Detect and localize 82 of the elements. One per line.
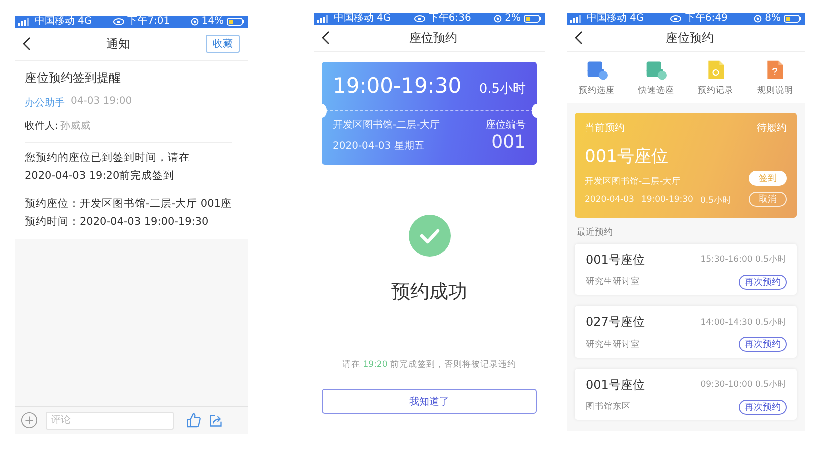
rotation-lock-icon bbox=[670, 15, 682, 23]
duration-text: 0.5小时 bbox=[755, 255, 787, 266]
time-range: 15:30-16:00 bbox=[700, 255, 753, 266]
rebook-button[interactable]: 再次预约 bbox=[739, 400, 787, 415]
success-check-icon bbox=[408, 215, 450, 257]
comment-field[interactable]: 评论 bbox=[46, 412, 174, 430]
favorite-button[interactable]: 收藏 bbox=[206, 35, 240, 53]
carrier-text: 中国移动 bbox=[587, 14, 627, 24]
action-label[interactable]: 预约记录 bbox=[698, 85, 734, 97]
notice-text: 您预约的座位已到签到时间，请在2020-04-03 19:20前完成签到 bbox=[25, 151, 191, 184]
seat-clock-icon[interactable] bbox=[586, 59, 608, 81]
hint-text: 请在 19:20 前完成签到，否则将被记录违约 bbox=[342, 359, 516, 371]
rotation-lock-icon bbox=[414, 15, 426, 23]
battery-icon bbox=[784, 15, 802, 23]
notice-text: 预约座位：开发区图书馆-二层-大厅 001座 bbox=[25, 197, 233, 212]
date-text: 2020-04-03 星期五 bbox=[333, 140, 426, 153]
seat-title: 001号座位 bbox=[585, 146, 670, 168]
rebook-button[interactable]: 再次预约 bbox=[739, 337, 787, 352]
section-title: 最近预约 bbox=[577, 226, 614, 239]
duration-text: 0.5小时 bbox=[755, 380, 787, 390]
duration-text: 0.5小时 bbox=[700, 194, 732, 207]
place-text: 研究生研讨室 bbox=[586, 276, 640, 288]
alarm-icon bbox=[754, 15, 762, 23]
alarm-icon bbox=[494, 15, 502, 23]
signal-icon bbox=[18, 18, 32, 26]
date-text: 2020-04-03 bbox=[585, 194, 634, 207]
time-range: 14:00-14:30 bbox=[700, 318, 753, 328]
nav-title: 座位预约 bbox=[666, 30, 714, 46]
battery-text: 8% bbox=[765, 14, 781, 24]
sent-time: 04-03 19:00 bbox=[71, 96, 132, 109]
alarm-icon bbox=[190, 18, 199, 26]
back-icon[interactable] bbox=[575, 31, 583, 45]
seat-title: 001号座位 bbox=[586, 376, 645, 394]
signal-icon bbox=[570, 15, 584, 23]
status-text: 待履约 bbox=[757, 122, 787, 135]
place-text: 开发区图书馆-二层-大厅 bbox=[585, 176, 682, 188]
network-text: 4G bbox=[630, 14, 644, 24]
carrier-text: 中国移动 bbox=[334, 14, 374, 24]
recipient-name: 孙威威 bbox=[60, 120, 90, 133]
seat-number: 001 bbox=[492, 132, 526, 153]
time-range: 19:00-19:30 bbox=[641, 194, 694, 207]
network-text: 4G bbox=[377, 14, 392, 24]
recipient-label: 收件人: bbox=[25, 120, 58, 133]
clock-text: 下午6:36 bbox=[428, 14, 472, 24]
place-text: 研究生研讨室 bbox=[586, 338, 640, 351]
duration-text: 0.5小时 bbox=[479, 81, 526, 98]
time-range: 09:30-10:00 bbox=[700, 380, 753, 390]
battery-icon bbox=[226, 18, 245, 26]
nav-title: 通知 bbox=[106, 36, 130, 52]
sender-link[interactable]: 办公助手 bbox=[25, 96, 65, 110]
battery-icon bbox=[524, 15, 542, 23]
seat-label: 座位编号 bbox=[486, 118, 526, 132]
nav-title: 座位预约 bbox=[410, 30, 458, 46]
seat-pin-icon[interactable] bbox=[645, 59, 668, 81]
network-text: 4G bbox=[78, 17, 92, 27]
confirm-button[interactable]: 我知道了 bbox=[322, 389, 537, 414]
place-text: 开发区图书馆-二层-大厅 bbox=[333, 118, 440, 132]
back-icon[interactable] bbox=[322, 31, 330, 45]
action-label[interactable]: 预约选座 bbox=[578, 85, 615, 97]
notice-title: 座位预约签到提醒 bbox=[25, 70, 122, 87]
battery-text: 14% bbox=[202, 17, 224, 27]
notice-text: 预约时间：2020-04-03 19:00-19:30 bbox=[25, 215, 210, 230]
place-text: 图书馆东区 bbox=[586, 401, 631, 414]
rebook-button[interactable]: 再次预约 bbox=[739, 274, 787, 290]
action-label[interactable]: 快速选座 bbox=[638, 85, 674, 97]
time-range: 19:00-19:30 bbox=[333, 74, 462, 98]
clock-text: 下午6:49 bbox=[685, 14, 728, 24]
clock-text: 下午7:01 bbox=[128, 17, 170, 27]
seat-title: 001号座位 bbox=[586, 252, 645, 269]
share-icon[interactable] bbox=[209, 414, 223, 428]
duration-text: 0.5小时 bbox=[755, 318, 787, 328]
battery-text: 2% bbox=[505, 14, 521, 24]
success-title: 预约成功 bbox=[392, 280, 468, 305]
action-label[interactable]: 规则说明 bbox=[757, 85, 794, 97]
back-icon[interactable] bbox=[23, 37, 31, 51]
carrier-text: 中国移动 bbox=[35, 17, 75, 27]
rotation-lock-icon bbox=[112, 18, 125, 26]
seat-title: 027号座位 bbox=[586, 314, 645, 332]
signal-icon bbox=[317, 15, 331, 23]
card-label: 当前预约 bbox=[585, 122, 625, 135]
thumbs-up-icon[interactable] bbox=[186, 413, 201, 428]
plus-icon[interactable] bbox=[21, 412, 38, 429]
